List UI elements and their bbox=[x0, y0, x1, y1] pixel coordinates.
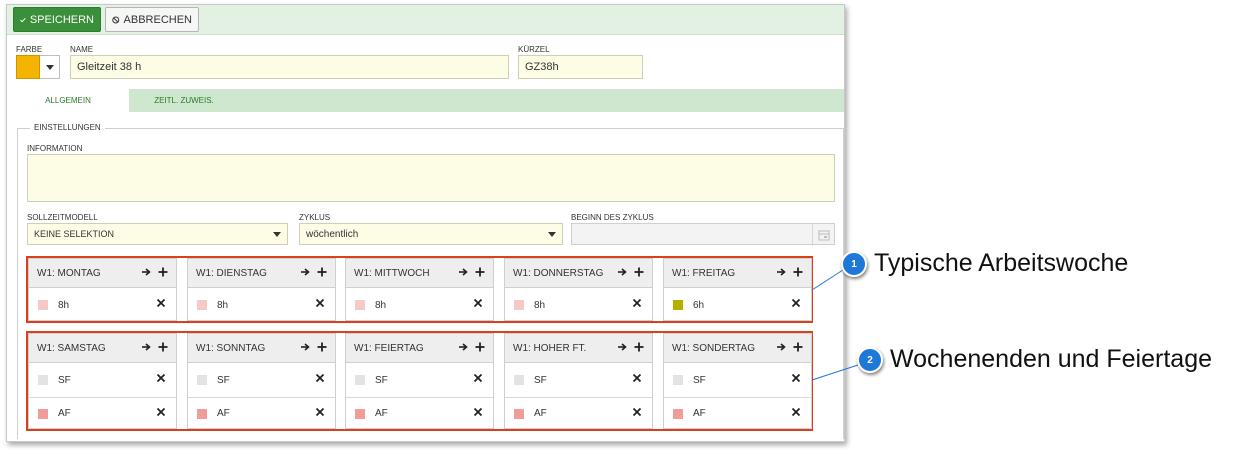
callout-number-2: 2 bbox=[857, 347, 883, 373]
callout-line-1 bbox=[811, 267, 847, 291]
callout-number-1: 1 bbox=[841, 251, 867, 277]
callout-text-2: Wochenenden und Feiertage bbox=[890, 345, 1212, 373]
callout-text-1: Typische Arbeitswoche bbox=[874, 249, 1129, 277]
callout-line-2 bbox=[811, 363, 862, 381]
callout-lines bbox=[811, 267, 862, 381]
